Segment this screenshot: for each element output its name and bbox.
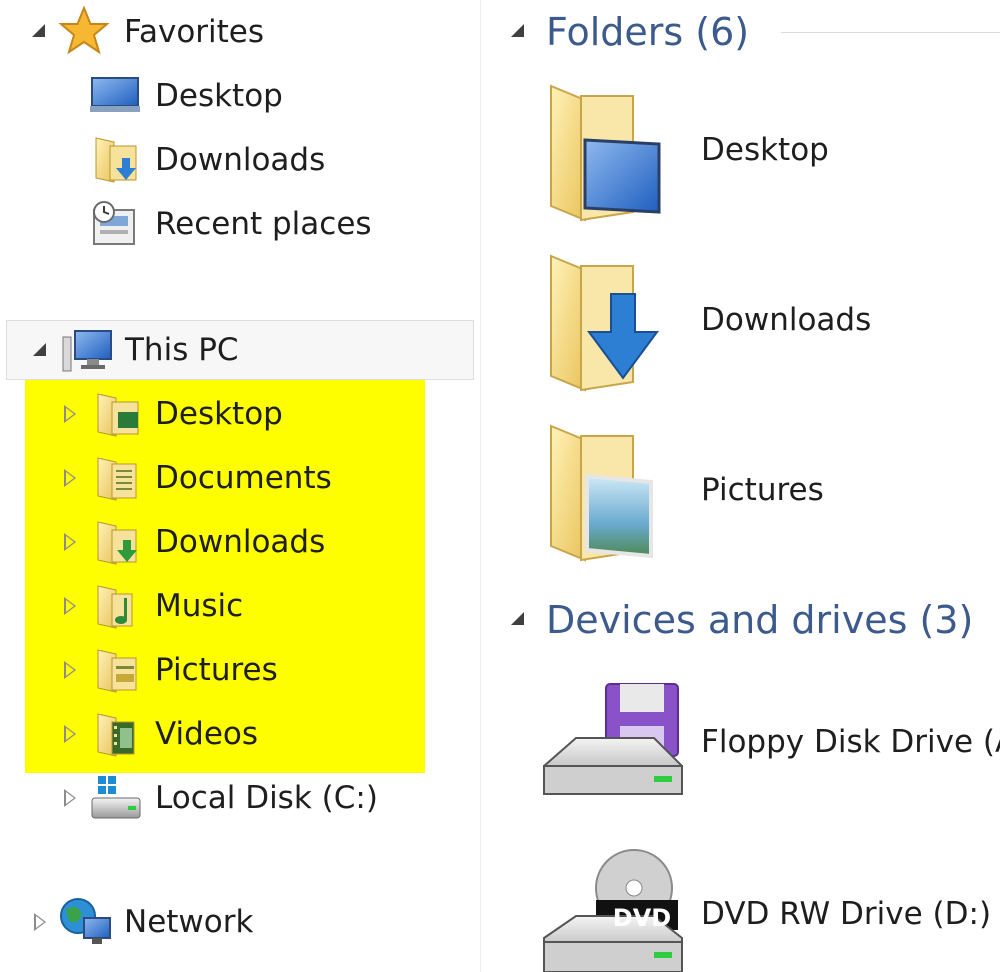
desktop-icon	[90, 76, 140, 116]
nav-this-pc-label: This PC	[125, 332, 239, 368]
folder-tile-label: Pictures	[701, 472, 824, 508]
nav-item-label: Music	[155, 588, 244, 624]
nav-item-label: Local Disk (C:)	[155, 780, 378, 816]
folder-tile-desktop[interactable]: Desktop	[541, 80, 1000, 230]
desktop-folder-icon	[541, 80, 671, 230]
folders-section-header[interactable]: Folders (6)	[511, 4, 749, 60]
pictures-folder-icon	[541, 420, 671, 570]
nav-favorites[interactable]: Favorites	[0, 2, 470, 62]
nav-this-pc-downloads[interactable]: Downloads	[0, 512, 470, 572]
nav-favorites-downloads[interactable]: Downloads	[0, 130, 470, 190]
nav-item-label: Desktop	[155, 396, 283, 432]
network-icon	[58, 896, 112, 948]
collapse-arrow-icon[interactable]	[33, 343, 46, 356]
star-icon	[58, 6, 110, 56]
dvd-badge-label: DVD	[612, 904, 672, 932]
folder-tile-downloads[interactable]: Downloads	[541, 250, 1000, 400]
nav-this-pc-videos[interactable]: Videos	[0, 704, 470, 764]
drive-tile-dvd[interactable]: DVD DVD RW Drive (D:)	[536, 840, 1000, 972]
navigation-pane: Favorites Desktop Downloads Recent place…	[0, 0, 481, 972]
expand-arrow-icon[interactable]	[64, 597, 76, 615]
nav-item-label: Downloads	[155, 524, 326, 560]
nav-this-pc-documents[interactable]: Documents	[0, 448, 470, 508]
music-folder-icon	[94, 584, 144, 630]
nav-network[interactable]: Network	[0, 892, 470, 952]
collapse-arrow-icon[interactable]	[32, 24, 45, 37]
drive-tile-label: DVD RW Drive (D:)	[701, 896, 992, 932]
expand-arrow-icon[interactable]	[64, 725, 76, 743]
expand-arrow-icon[interactable]	[64, 469, 76, 487]
videos-folder-icon	[94, 712, 144, 758]
expand-arrow-icon[interactable]	[64, 789, 76, 807]
computer-icon	[61, 329, 115, 375]
nav-item-label: Documents	[155, 460, 332, 496]
recent-places-icon	[90, 200, 140, 248]
nav-favorites-recent-places[interactable]: Recent places	[0, 194, 470, 254]
nav-this-pc-pictures[interactable]: Pictures	[0, 640, 470, 700]
devices-section-title: Devices and drives (3)	[546, 598, 974, 642]
content-pane: Folders (6) Desktop Downloads Pictures D…	[481, 0, 1000, 972]
collapse-arrow-icon[interactable]	[511, 611, 524, 625]
collapse-arrow-icon[interactable]	[511, 23, 524, 37]
folder-tile-label: Downloads	[701, 302, 872, 338]
downloads-folder-icon	[541, 250, 671, 400]
folder-tile-label: Desktop	[701, 132, 829, 168]
nav-this-pc-desktop[interactable]: Desktop	[0, 384, 470, 444]
nav-favorites-label: Favorites	[124, 14, 265, 50]
nav-item-label: Pictures	[155, 652, 278, 688]
expand-arrow-icon[interactable]	[34, 913, 46, 931]
downloads-folder-icon	[94, 520, 144, 566]
local-disk-icon	[90, 774, 144, 822]
nav-item-label: Recent places	[155, 206, 372, 242]
expand-arrow-icon[interactable]	[64, 405, 76, 423]
desktop-folder-icon	[94, 392, 144, 438]
nav-item-label: Desktop	[155, 78, 283, 114]
floppy-drive-icon	[536, 680, 686, 820]
devices-section-header[interactable]: Devices and drives (3)	[511, 592, 973, 648]
nav-item-label: Downloads	[155, 142, 326, 178]
documents-folder-icon	[94, 456, 144, 502]
section-divider	[781, 32, 1000, 33]
nav-this-pc-local-disk[interactable]: Local Disk (C:)	[0, 768, 470, 828]
expand-arrow-icon[interactable]	[64, 533, 76, 551]
nav-this-pc-music[interactable]: Music	[0, 576, 470, 636]
drive-tile-label: Floppy Disk Drive (A:)	[701, 724, 1000, 760]
nav-favorites-desktop[interactable]: Desktop	[0, 66, 470, 126]
drive-tile-floppy[interactable]: Floppy Disk Drive (A:)	[536, 672, 1000, 822]
nav-network-label: Network	[124, 904, 254, 940]
downloads-folder-icon	[92, 136, 142, 184]
nav-this-pc[interactable]: This PC	[6, 320, 474, 380]
folder-tile-pictures[interactable]: Pictures	[541, 420, 1000, 570]
expand-arrow-icon[interactable]	[64, 661, 76, 679]
folders-section-title: Folders (6)	[546, 10, 750, 54]
nav-item-label: Videos	[155, 716, 259, 752]
pictures-folder-icon	[94, 648, 144, 694]
